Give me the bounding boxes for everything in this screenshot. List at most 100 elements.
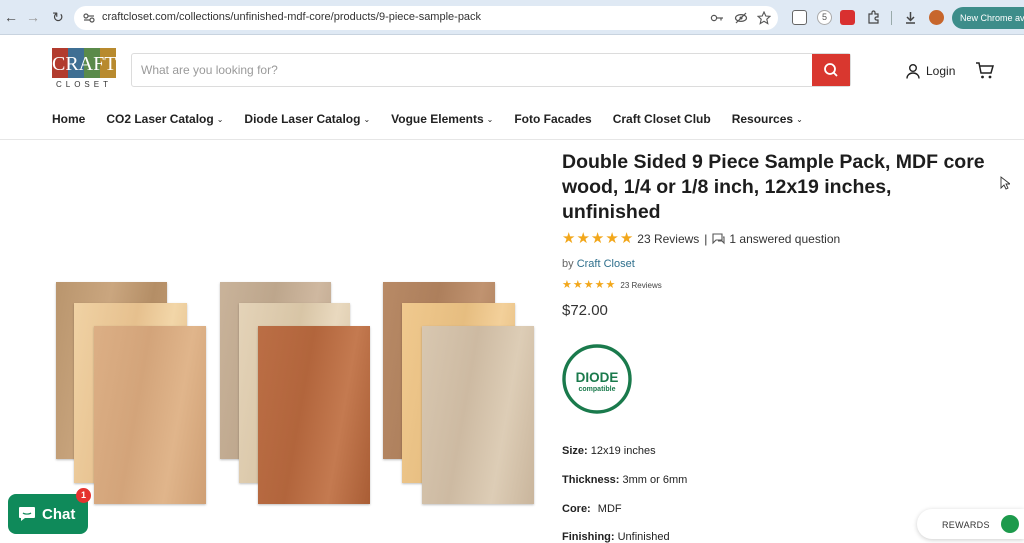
main-nav: Home CO2 Laser Catalog ⌄ Diode Laser Catalo… (52, 112, 824, 126)
user-icon (906, 64, 920, 79)
password-key-icon[interactable] (710, 11, 724, 25)
chat-icon (19, 507, 35, 521)
wood-panel (94, 326, 206, 504)
header-divider (0, 139, 1024, 140)
spec-label: Thickness: (562, 474, 620, 486)
nav-item-vogue-elements[interactable]: Vogue Elements ⌄ (391, 112, 493, 126)
star-icon: ★ (605, 279, 616, 291)
spec-thickness: Thickness: 3mm or 6mm (562, 474, 687, 486)
rating-summary-small[interactable]: ★ ★ ★ ★ ★ 23 Reviews (562, 280, 662, 291)
spec-value: MDF (597, 503, 622, 515)
spec-value: 12x19 inches (590, 445, 656, 457)
back-arrow-icon[interactable]: ← (2, 8, 20, 26)
chevron-down-icon[interactable]: ⌄ (487, 115, 494, 124)
nav-item-label[interactable]: CO2 Laser Catalog (106, 112, 213, 126)
url-text[interactable]: craftcloset.com/collections/unfinished-m… (102, 11, 481, 23)
reviews-count-small[interactable]: 23 Reviews (620, 281, 661, 290)
profile-avatar-icon[interactable] (929, 10, 944, 25)
reviews-count-link[interactable]: 23 Reviews (637, 232, 699, 246)
badge-subtitle: compatible (579, 386, 616, 393)
spec-finishing: Finishing: Unfinished (562, 531, 670, 543)
chat-notification-badge: 1 (76, 488, 91, 503)
mouse-cursor-icon (1000, 176, 1010, 190)
rewards-label[interactable]: REWARDS (942, 520, 990, 530)
product-price: $72.00 (562, 302, 608, 319)
nav-item-co2-laser-catalog[interactable]: CO2 Laser Catalog ⌄ (106, 112, 223, 126)
chevron-down-icon[interactable]: ⌄ (217, 115, 224, 124)
star-icon: ★ (562, 230, 576, 247)
nav-item-label[interactable]: Foto Facades (514, 112, 591, 126)
craft-closet-logo[interactable]: CRAFT CLOSET (52, 48, 116, 92)
eye-off-icon[interactable] (734, 11, 748, 25)
extension-icon[interactable] (792, 10, 807, 25)
search-input[interactable] (132, 54, 812, 86)
vendor-prefix: by (562, 258, 574, 270)
forward-arrow-icon[interactable]: → (24, 8, 42, 26)
chat-label[interactable]: Chat (42, 506, 75, 523)
address-bar[interactable]: craftcloset.com/collections/unfinished-m… (74, 6, 778, 30)
new-chrome-available-button[interactable]: New Chrome ava (952, 7, 1024, 29)
rewards-button[interactable]: REWARDS (917, 509, 1024, 539)
nav-item-label[interactable]: Home (52, 112, 85, 126)
star-icon: ★ (583, 279, 594, 291)
badge-title: DIODE (576, 370, 619, 385)
spec-value: Unfinished (617, 531, 670, 543)
nav-item-label[interactable]: Craft Closet Club (613, 112, 711, 126)
spec-label: Core: (562, 503, 591, 515)
star-icon: ★ (576, 230, 590, 247)
rating-separator: | (704, 231, 708, 246)
vendor-line: by Craft Closet (562, 258, 635, 270)
nav-item-diode-laser-catalog[interactable]: Diode Laser Catalog ⌄ (244, 112, 370, 126)
star-icon: ★ (619, 230, 634, 247)
product-image[interactable] (40, 150, 550, 539)
rewards-icon (1001, 515, 1019, 533)
chat-button[interactable]: Chat (8, 494, 88, 534)
nav-item-label[interactable]: Vogue Elements (391, 112, 483, 126)
site-info-icon[interactable] (82, 11, 96, 25)
chevron-down-icon[interactable]: ⌄ (796, 115, 803, 124)
chevron-down-icon[interactable]: ⌄ (363, 115, 370, 124)
spec-size: Size: 12x19 inches (562, 445, 656, 457)
star-icon: ★ (572, 279, 583, 291)
nav-item-foto-facades[interactable]: Foto Facades (514, 112, 591, 126)
spec-label: Size: (562, 445, 588, 457)
search-button[interactable] (812, 54, 850, 86)
spec-label: Finishing: (562, 531, 615, 543)
nav-item-label[interactable]: Resources (732, 112, 793, 126)
chat-bubble-icon (712, 232, 725, 244)
nav-item-label[interactable]: Diode Laser Catalog (244, 112, 360, 126)
login-label[interactable]: Login (926, 64, 955, 78)
search-bar (131, 53, 851, 87)
extensions-puzzle-icon[interactable] (866, 10, 881, 25)
rating-summary[interactable]: ★ ★ ★ ★ ★ 23 Reviews | 1 answered question (562, 231, 840, 246)
reload-icon[interactable]: ↻ (49, 8, 67, 26)
star-icon: ★ (605, 230, 619, 247)
logo-craft-text: CRAFT (52, 53, 117, 75)
nav-item-home[interactable]: Home (52, 112, 85, 126)
browser-toolbar: ← → ↻ craftcloset.com/collections/unfini… (0, 0, 1024, 35)
spec-value: 3mm or 6mm (622, 474, 688, 486)
star-icon: ★ (594, 279, 605, 291)
search-icon (824, 63, 838, 77)
vendor-link[interactable]: Craft Closet (577, 258, 635, 270)
product-title: Double Sided 9 Piece Sample Pack, MDF co… (562, 151, 985, 223)
extension-s-icon[interactable]: 5 (817, 10, 832, 25)
wood-panel (422, 326, 534, 504)
nav-item-craft-closet-club[interactable]: Craft Closet Club (613, 112, 711, 126)
wood-panel (258, 326, 370, 504)
extension-dice-icon[interactable] (840, 10, 855, 25)
bookmark-star-icon[interactable] (757, 11, 771, 25)
star-rating: ★ ★ ★ ★ ★ (562, 231, 633, 246)
spec-core: Core: MDF (562, 503, 622, 515)
cart-icon[interactable] (975, 60, 995, 80)
nav-item-resources[interactable]: Resources ⌄ (732, 112, 803, 126)
logo-closet-text: CLOSET (55, 80, 112, 89)
download-icon[interactable] (903, 10, 918, 25)
answered-questions-link[interactable]: 1 answered question (729, 232, 840, 246)
star-icon: ★ (590, 230, 605, 247)
diode-compatible-badge: DIODE compatible (562, 344, 632, 414)
star-rating-small: ★ ★ ★ ★ ★ (562, 280, 615, 291)
star-icon: ★ (562, 279, 572, 291)
login-link[interactable]: Login (906, 62, 955, 80)
toolbar-separator (891, 11, 892, 25)
